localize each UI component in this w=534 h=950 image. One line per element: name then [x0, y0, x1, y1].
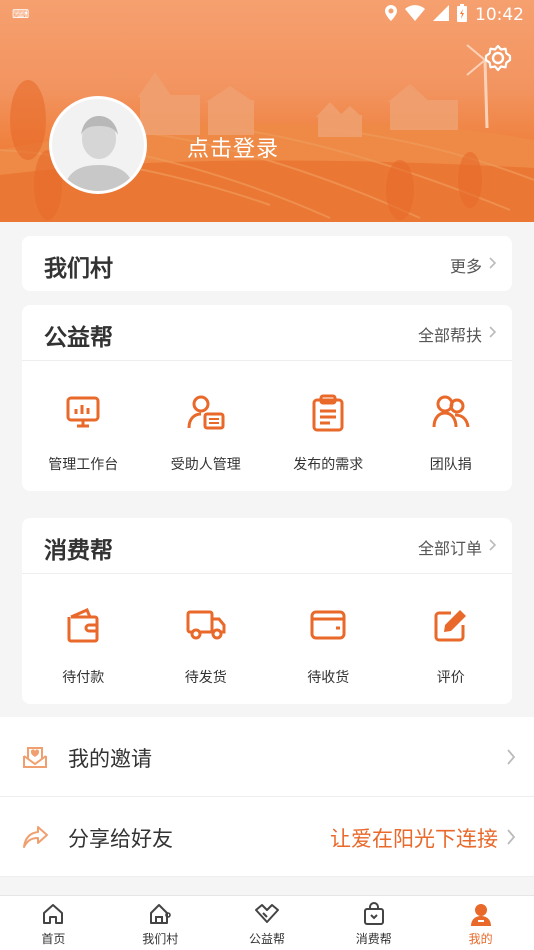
edit-icon	[434, 610, 466, 642]
consume-card-header[interactable]: 消费帮 全部订单	[22, 518, 512, 573]
profile-page: ⌨ 10:42 点击登录 我们村 更多 公益帮 全部帮扶 管理工作台 受助人管理…	[0, 0, 534, 950]
handshake-icon	[254, 904, 279, 923]
chevron-right-icon	[489, 326, 497, 338]
tab-consume[interactable]: 消费帮	[320, 896, 427, 950]
tab-label: 消费帮	[355, 932, 392, 946]
user-icon	[470, 904, 491, 926]
avatar[interactable]	[49, 96, 147, 194]
order-pending-shipment[interactable]: 待发货	[145, 574, 268, 704]
chevron-right-icon	[507, 749, 516, 765]
tab-home[interactable]: 首页	[0, 896, 107, 950]
shopping-bag-icon	[363, 902, 384, 925]
order-pending-payment[interactable]: 待付款	[22, 574, 145, 704]
tab-label: 公益帮	[248, 932, 285, 946]
charity-item-label: 团队捐	[429, 457, 472, 473]
chevron-right-icon	[489, 539, 497, 551]
wallet-icon	[67, 608, 99, 643]
box-icon	[310, 610, 346, 640]
wifi-icon	[405, 5, 425, 25]
order-status-label: 待付款	[62, 670, 105, 686]
charity-grid: 管理工作台 受助人管理 发布的需求 团队捐	[22, 361, 512, 491]
order-status-grid: 待付款 待发货 待收货 评价	[22, 574, 512, 704]
share-friends-label: 分享给好友	[68, 827, 173, 851]
order-pending-receipt[interactable]: 待收货	[267, 574, 390, 704]
consume-card-title: 消费帮	[44, 538, 113, 564]
bottom-tab-bar: 首页 我们村 公益帮 消费帮 我的	[0, 895, 534, 950]
charity-item-label: 发布的需求	[293, 457, 364, 473]
my-invite-row[interactable]: 我的邀请	[0, 717, 534, 797]
village-card-header[interactable]: 我们村 更多	[22, 236, 512, 291]
village-card-title: 我们村	[44, 256, 113, 282]
team-icon	[432, 395, 470, 428]
charity-item-label: 受助人管理	[170, 457, 241, 473]
village-more-link[interactable]: 更多	[450, 253, 482, 277]
tab-label: 我们村	[142, 932, 179, 946]
tab-label: 首页	[41, 932, 66, 946]
status-time: 10:42	[475, 5, 524, 25]
clipboard-icon	[312, 394, 344, 432]
charity-item-recipients[interactable]: 受助人管理	[145, 361, 268, 491]
tab-label: 我的	[468, 932, 493, 946]
invite-envelope-icon	[23, 747, 47, 768]
charity-item-demands[interactable]: 发布的需求	[267, 361, 390, 491]
keyboard-icon: ⌨	[12, 7, 30, 21]
my-invite-label: 我的邀请	[68, 747, 152, 771]
order-review[interactable]: 评价	[390, 574, 513, 704]
battery-icon	[457, 4, 467, 26]
all-orders-link[interactable]: 全部订单	[418, 535, 482, 559]
share-friends-row[interactable]: 分享给好友 让爱在阳光下连接	[0, 797, 534, 877]
order-status-label: 待发货	[184, 670, 227, 686]
order-status-label: 待收货	[307, 670, 350, 686]
share-arrow-icon	[23, 826, 48, 848]
location-icon	[385, 5, 397, 25]
tab-village[interactable]: 我们村	[107, 896, 214, 950]
charity-item-label: 管理工作台	[48, 457, 119, 473]
chevron-right-icon	[489, 257, 497, 269]
charity-card: 公益帮 全部帮扶 管理工作台 受助人管理 发布的需求 团队捐	[22, 305, 512, 491]
login-link[interactable]: 点击登录	[187, 131, 279, 163]
charity-item-workbench[interactable]: 管理工作台	[22, 361, 145, 491]
chevron-right-icon	[507, 829, 516, 845]
charity-card-title: 公益帮	[44, 325, 113, 351]
default-avatar-icon	[52, 99, 144, 191]
village-icon	[150, 904, 171, 924]
signal-icon	[433, 5, 449, 25]
village-card: 我们村 更多	[22, 236, 512, 291]
monitor-chart-icon	[66, 396, 100, 428]
settings-list: 我的邀请 分享给好友 让爱在阳光下连接	[0, 717, 534, 877]
profile-header: ⌨ 10:42 点击登录	[0, 0, 534, 222]
consume-card: 消费帮 全部订单 待付款 待发货 待收货 评价	[22, 518, 512, 704]
settings-gear-icon[interactable]	[483, 43, 513, 73]
status-bar: ⌨ 10:42	[0, 0, 534, 30]
person-card-icon	[187, 395, 225, 430]
order-status-label: 评价	[436, 670, 465, 686]
charity-card-header[interactable]: 公益帮 全部帮扶	[22, 305, 512, 360]
charity-item-team-donate[interactable]: 团队捐	[390, 361, 513, 491]
share-slogan: 让爱在阳光下连接	[330, 827, 498, 851]
home-icon	[43, 904, 64, 924]
truck-icon	[186, 610, 226, 640]
charity-all-link[interactable]: 全部帮扶	[418, 322, 482, 346]
tab-charity[interactable]: 公益帮	[214, 896, 321, 950]
tab-mine[interactable]: 我的	[427, 896, 534, 950]
